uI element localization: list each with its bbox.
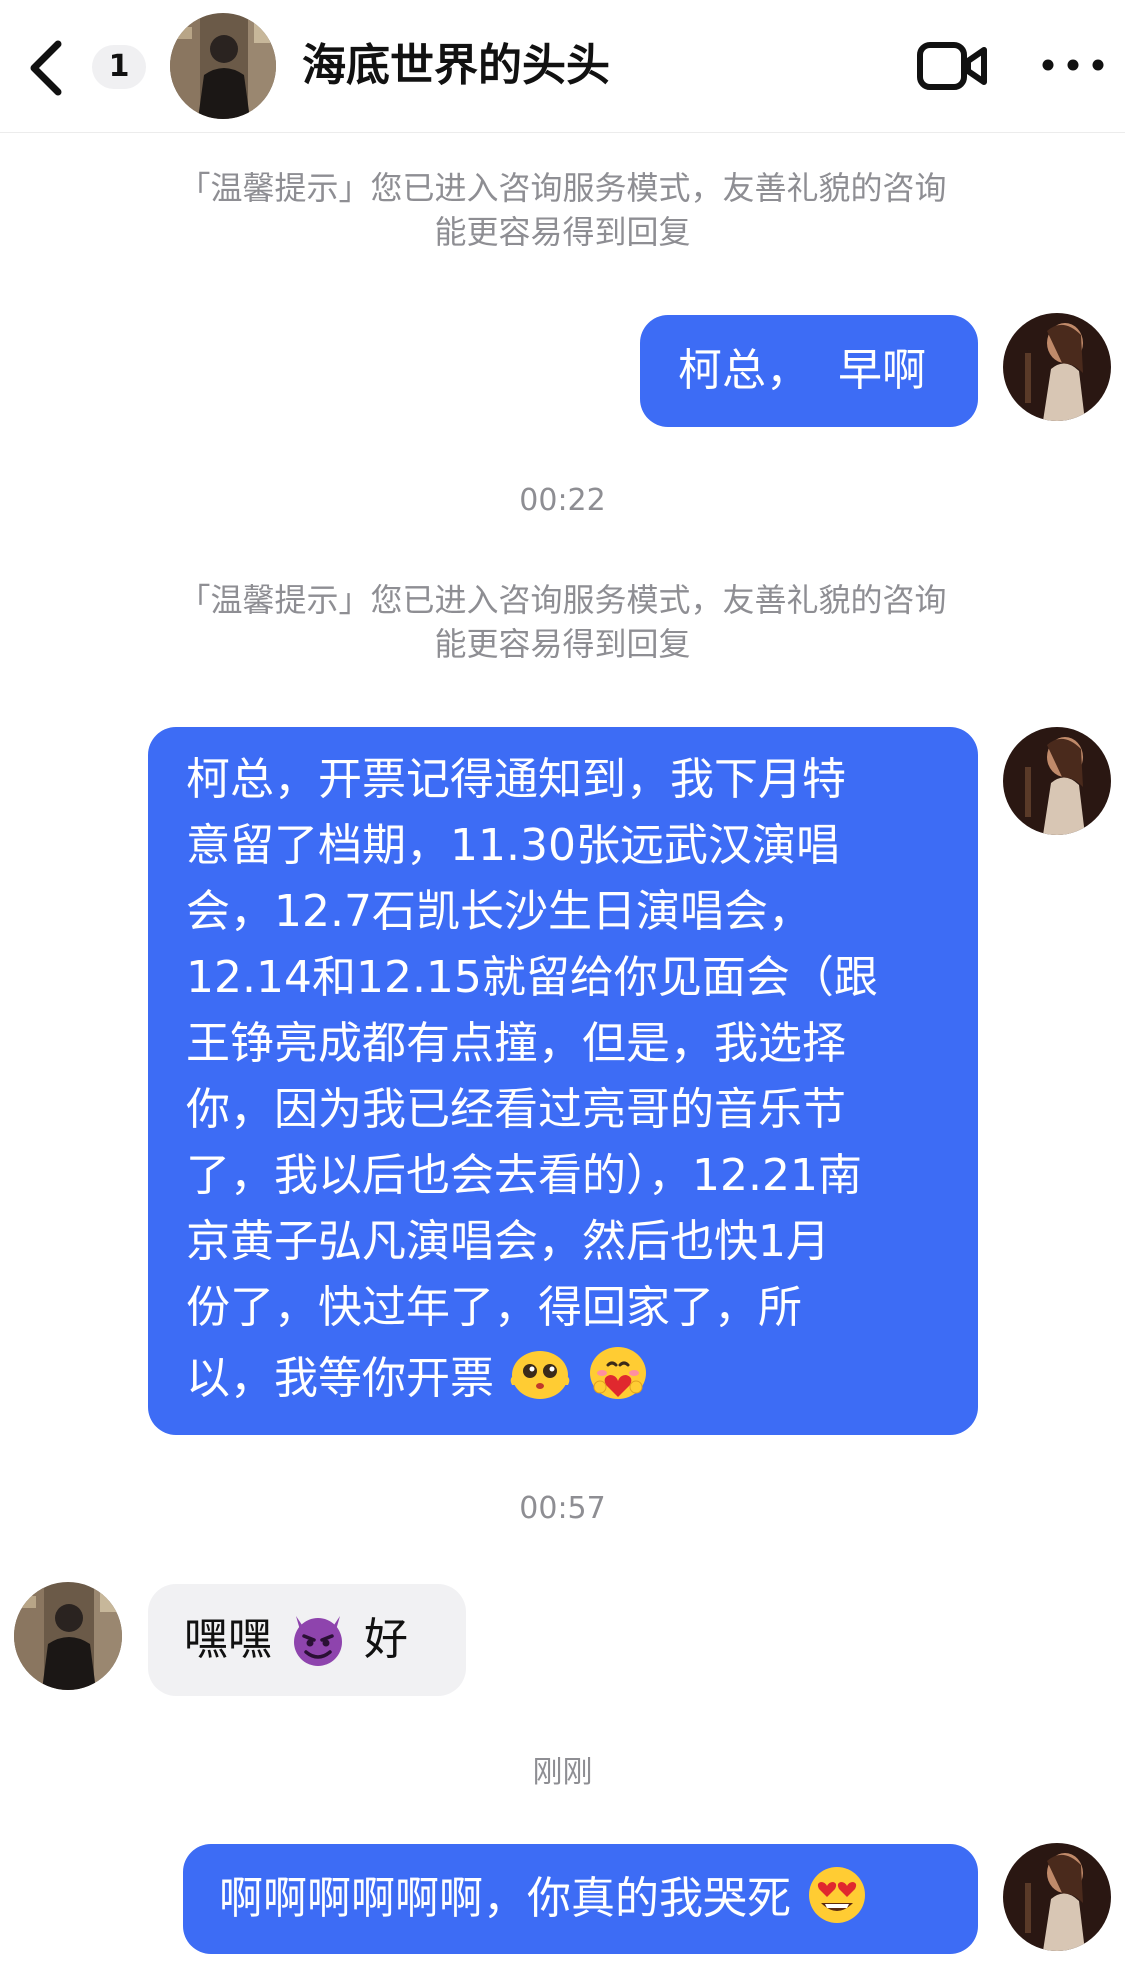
message-text: 啊啊啊啊啊啊，你真的我哭死: [219, 1873, 791, 1924]
video-call-button[interactable]: [916, 40, 988, 92]
outgoing-message-bubble[interactable]: 柯总， 早啊: [640, 315, 978, 427]
unread-count-badge[interactable]: 1: [92, 45, 146, 89]
video-camera-icon: [917, 42, 987, 90]
timestamp: 00:22: [519, 483, 606, 518]
system-tip: 「温馨提示」您已进入咨询服务模式，友善礼貌的咨询 能更容易得到回复: [130, 166, 995, 254]
message-line: 了，我以后也会去看的），12.21南: [186, 1150, 862, 1201]
my-avatar[interactable]: [1003, 727, 1111, 835]
timestamp: 00:57: [519, 1491, 606, 1526]
contact-photo-icon: [14, 1582, 122, 1690]
heart-eyes-icon: [805, 1863, 869, 1927]
back-button[interactable]: [18, 30, 78, 102]
pleading-face-icon: [508, 1341, 572, 1405]
timestamp: 刚刚: [532, 1755, 593, 1790]
my-avatar[interactable]: [1003, 313, 1111, 421]
outgoing-message-bubble[interactable]: 柯总，开票记得通知到，我下月特 意留了档期，11.30张远武汉演唱 会，12.7…: [148, 727, 978, 1435]
contact-name: 海底世界的头头: [302, 40, 610, 91]
message-line: 你，因为我已经看过亮哥的音乐节: [186, 1084, 846, 1135]
message-line: 12.14和12.15就留给你见面会（跟: [186, 952, 878, 1003]
message-text: 柯总， 早啊: [678, 345, 926, 396]
incoming-message-bubble[interactable]: 嘿嘿 好: [148, 1584, 466, 1696]
message-line: 以，我等你开票: [186, 1341, 940, 1412]
chat-header: 1 海底世界的头头: [0, 0, 1125, 133]
system-tip-line: 「温馨提示」您已进入咨询服务模式，友善礼貌的咨询: [178, 169, 947, 207]
smiling-devil-icon: [286, 1606, 350, 1670]
message-line: 柯总，开票记得通知到，我下月特: [186, 754, 846, 805]
system-tip: 「温馨提示」您已进入咨询服务模式，友善礼貌的咨询 能更容易得到回复: [130, 578, 995, 666]
message-line: 意留了档期，11.30张远武汉演唱: [186, 820, 840, 871]
contact-photo-icon: [170, 13, 276, 119]
ellipsis-icon: [1042, 59, 1104, 71]
user-photo-icon: [1003, 313, 1111, 421]
my-avatar[interactable]: [1003, 1843, 1111, 1951]
heart-hug-icon: [586, 1341, 650, 1405]
message-text: 好: [364, 1614, 408, 1665]
message-text: 以，我等你开票: [186, 1353, 494, 1404]
system-tip-line: 能更容易得到回复: [434, 213, 691, 251]
system-tip-line: 「温馨提示」您已进入咨询服务模式，友善礼貌的咨询: [178, 581, 947, 619]
system-tip-line: 能更容易得到回复: [434, 625, 691, 663]
user-photo-icon: [1003, 1843, 1111, 1951]
more-options-button[interactable]: [1038, 50, 1108, 80]
message-line: 王铮亮成都有点撞，但是，我选择: [186, 1018, 846, 1069]
contact-avatar[interactable]: [170, 13, 276, 119]
outgoing-message-bubble[interactable]: 啊啊啊啊啊啊，你真的我哭死: [183, 1844, 978, 1954]
user-photo-icon: [1003, 727, 1111, 835]
chevron-left-icon: [30, 40, 62, 96]
message-line: 份了，快过年了，得回家了，所: [186, 1282, 802, 1333]
contact-avatar[interactable]: [14, 1582, 122, 1690]
message-line: 会，12.7石凯长沙生日演唱会，: [186, 886, 812, 937]
message-text: 嘿嘿: [184, 1614, 272, 1665]
message-line: 京黄子弘凡演唱会，然后也快1月: [186, 1216, 830, 1267]
